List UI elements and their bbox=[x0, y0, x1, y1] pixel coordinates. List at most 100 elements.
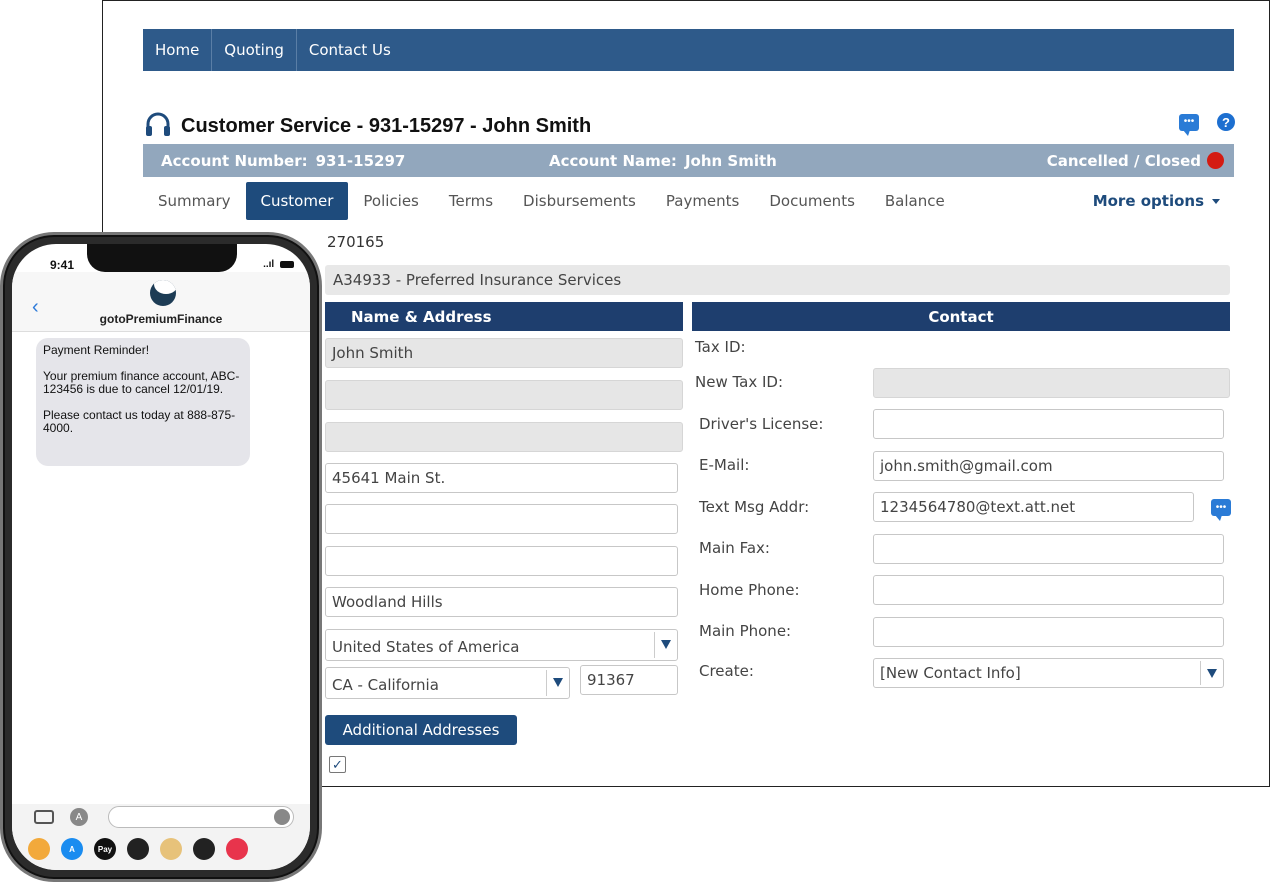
drivers-license-label: Driver's License: bbox=[699, 415, 824, 433]
address1-field[interactable]: 45641 Main St. bbox=[325, 463, 678, 493]
more-options-menu[interactable]: More options bbox=[1093, 182, 1220, 220]
account-name-value: John Smith bbox=[684, 151, 777, 170]
signal-icon: ..ıl bbox=[263, 259, 275, 270]
create-value: [New Contact Info] bbox=[880, 664, 1021, 682]
new-tax-id-field[interactable] bbox=[873, 368, 1230, 398]
tab-bar: Summary Customer Policies Terms Disburse… bbox=[143, 182, 1234, 220]
message-input[interactable] bbox=[108, 806, 294, 828]
email-field[interactable]: john.smith@gmail.com bbox=[873, 451, 1224, 481]
account-status: Cancelled / Closed bbox=[1047, 144, 1224, 177]
status-time: 9:41 bbox=[50, 258, 75, 272]
top-navigation: Home Quoting Contact Us bbox=[143, 29, 1234, 71]
account-bar: Account Number: 931-15297 Account Name: … bbox=[143, 144, 1234, 177]
tab-disbursements[interactable]: Disbursements bbox=[508, 182, 651, 220]
company-logo-icon bbox=[150, 280, 176, 306]
main-phone-field[interactable] bbox=[873, 617, 1224, 647]
customer-id: 270165 bbox=[327, 233, 385, 251]
main-fax-label: Main Fax: bbox=[699, 539, 770, 557]
account-number-value: 931-15297 bbox=[315, 151, 406, 170]
agency-field: A34933 - Preferred Insurance Services bbox=[325, 265, 1230, 295]
chat-icon[interactable]: ••• bbox=[1179, 113, 1199, 136]
email-label: E-Mail: bbox=[699, 456, 750, 474]
caret-down-icon bbox=[661, 640, 671, 649]
app-tray: A Pay bbox=[28, 838, 248, 860]
contact-name[interactable]: gotoPremiumFinance bbox=[12, 312, 310, 326]
title-icons: ••• ? bbox=[1179, 113, 1235, 136]
applepay-icon[interactable]: Pay bbox=[94, 838, 116, 860]
text-msg-label: Text Msg Addr: bbox=[699, 498, 810, 516]
more-options-label: More options bbox=[1092, 192, 1204, 210]
message-line-2: Your premium finance account, ABC-123456… bbox=[43, 369, 240, 396]
additional-addresses-button[interactable]: Additional Addresses bbox=[325, 715, 517, 745]
page-title-row: Customer Service - 931-15297 - John Smit… bbox=[145, 109, 1235, 143]
name-line3-field[interactable] bbox=[325, 422, 683, 452]
appstore-icon[interactable]: A bbox=[70, 808, 88, 826]
nav-contact-us[interactable]: Contact Us bbox=[297, 29, 403, 71]
select-divider bbox=[546, 670, 547, 696]
select-divider bbox=[1200, 661, 1201, 685]
text-msg-field[interactable]: 1234564780@text.att.net bbox=[873, 492, 1194, 522]
main-phone-label: Main Phone: bbox=[699, 622, 792, 640]
home-phone-label: Home Phone: bbox=[699, 581, 800, 599]
memoji-icon[interactable] bbox=[160, 838, 182, 860]
tab-policies[interactable]: Policies bbox=[348, 182, 433, 220]
account-name: Account Name: John Smith bbox=[549, 152, 777, 170]
camera-icon[interactable] bbox=[34, 810, 54, 824]
select-divider bbox=[654, 632, 655, 658]
tab-documents[interactable]: Documents bbox=[754, 182, 870, 220]
heart-icon[interactable] bbox=[193, 838, 215, 860]
city-field[interactable]: Woodland Hills bbox=[325, 587, 678, 617]
phone-notch bbox=[87, 244, 237, 272]
tab-balance[interactable]: Balance bbox=[870, 182, 960, 220]
main-fax-field[interactable] bbox=[873, 534, 1224, 564]
appstore-icon[interactable]: A bbox=[61, 838, 83, 860]
tax-id-label: Tax ID: bbox=[695, 338, 746, 356]
search-icon[interactable] bbox=[226, 838, 248, 860]
create-label: Create: bbox=[699, 662, 754, 680]
state-select[interactable]: CA - California bbox=[325, 667, 570, 699]
audio-icon[interactable] bbox=[274, 809, 290, 825]
address2-field[interactable] bbox=[325, 504, 678, 534]
phone-device: 9:41 ..ıl ‹ gotoPremiumFinance Payment R… bbox=[0, 232, 322, 882]
phone-screen: 9:41 ..ıl ‹ gotoPremiumFinance Payment R… bbox=[12, 244, 310, 870]
nav-quoting[interactable]: Quoting bbox=[212, 29, 297, 71]
message-line-3: Please contact us today at 888-875-4000. bbox=[43, 408, 236, 435]
create-select[interactable]: [New Contact Info] bbox=[873, 658, 1224, 688]
tab-terms[interactable]: Terms bbox=[434, 182, 508, 220]
name-field[interactable]: John Smith bbox=[325, 338, 683, 368]
new-tax-id-label: New Tax ID: bbox=[695, 373, 784, 391]
battery-icon bbox=[280, 260, 294, 268]
photos-icon[interactable] bbox=[28, 838, 50, 860]
name-line2-field[interactable] bbox=[325, 380, 683, 410]
caret-down-icon bbox=[1207, 669, 1217, 678]
drivers-license-field[interactable] bbox=[873, 409, 1224, 439]
tab-summary[interactable]: Summary bbox=[143, 182, 246, 220]
message-line-1: Payment Reminder! bbox=[43, 343, 150, 357]
address3-field[interactable] bbox=[325, 546, 678, 576]
account-number-label: Account Number: bbox=[161, 151, 308, 170]
send-text-icon[interactable]: ••• bbox=[1211, 499, 1231, 521]
account-number: Account Number: 931-15297 bbox=[161, 152, 549, 170]
state-value: CA - California bbox=[332, 676, 439, 694]
status-indicators: ..ıl bbox=[263, 259, 294, 270]
nav-home[interactable]: Home bbox=[143, 29, 213, 71]
tab-customer[interactable]: Customer bbox=[245, 182, 349, 220]
headset-icon bbox=[146, 112, 170, 136]
checkbox[interactable]: ✓ bbox=[329, 756, 346, 773]
account-name-label: Account Name: bbox=[549, 151, 677, 170]
contact-heading: Contact bbox=[692, 302, 1230, 331]
message-header: ‹ gotoPremiumFinance bbox=[12, 272, 310, 332]
name-address-heading: Name & Address bbox=[325, 302, 683, 331]
status-text: Cancelled / Closed bbox=[1046, 151, 1201, 170]
zip-field[interactable]: 91367 bbox=[580, 665, 678, 695]
home-phone-field[interactable] bbox=[873, 575, 1224, 605]
message-bubble: Payment Reminder! Your premium finance a… bbox=[36, 338, 250, 466]
help-icon[interactable]: ? bbox=[1217, 113, 1235, 131]
tab-payments[interactable]: Payments bbox=[651, 182, 754, 220]
compose-bar: A A Pay bbox=[12, 804, 310, 870]
status-dot-icon bbox=[1207, 152, 1224, 169]
page-title: Customer Service - 931-15297 - John Smit… bbox=[181, 114, 592, 137]
country-select[interactable]: United States of America bbox=[325, 629, 678, 661]
country-value: United States of America bbox=[332, 638, 520, 656]
activity-icon[interactable] bbox=[127, 838, 149, 860]
